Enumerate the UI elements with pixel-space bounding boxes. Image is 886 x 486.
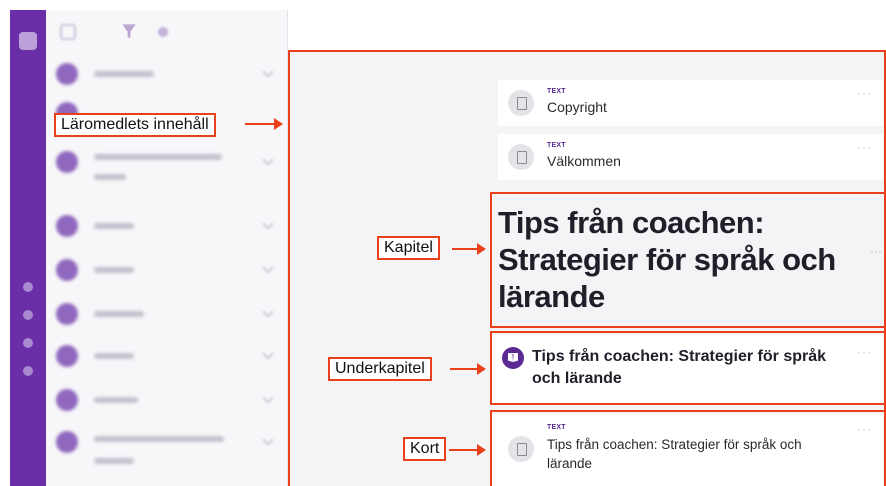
sidebar-item[interactable] (46, 430, 288, 474)
sidebar-item[interactable] (46, 258, 288, 282)
item-label-placeholder (94, 353, 134, 359)
subchapter-highlight-box (490, 331, 886, 405)
filter-icon[interactable] (122, 24, 136, 38)
content-arrowhead-icon (274, 118, 283, 130)
sidebar-item[interactable] (46, 62, 288, 86)
chevron-down-icon[interactable] (262, 154, 274, 166)
item-label-placeholder (94, 154, 222, 160)
sidebar-item[interactable] (46, 214, 288, 238)
item-label-placeholder (94, 267, 134, 273)
sidebar-toolbar (46, 10, 287, 54)
item-label-placeholder (94, 436, 224, 442)
app-logo[interactable] (19, 32, 37, 50)
card-annotation-label: Kort (403, 437, 447, 461)
view-icon[interactable] (158, 27, 168, 37)
item-avatar-icon (56, 259, 78, 281)
sidebar-item[interactable] (46, 344, 288, 368)
chevron-down-icon[interactable] (262, 218, 274, 230)
item-label-placeholder (94, 311, 144, 317)
chapter-annotation-label: Kapitel (377, 236, 440, 260)
rail-help-icon[interactable] (23, 366, 33, 376)
chevron-down-icon[interactable] (262, 348, 274, 360)
subchapter-arrow (450, 368, 478, 370)
app-rail (10, 10, 46, 486)
collapse-icon[interactable] (60, 24, 76, 40)
card-arrow (449, 449, 478, 451)
chevron-down-icon[interactable] (262, 66, 274, 78)
item-avatar-icon (56, 63, 78, 85)
card-arrowhead-icon (477, 444, 486, 456)
chapter-arrow (452, 248, 478, 250)
content-sidebar (46, 10, 288, 486)
item-avatar-icon (56, 389, 78, 411)
chevron-down-icon[interactable] (262, 434, 274, 446)
card-highlight-box (490, 410, 886, 486)
item-avatar-icon (56, 303, 78, 325)
item-avatar-icon (56, 431, 78, 453)
item-label-placeholder (94, 458, 134, 464)
sidebar-item[interactable] (46, 148, 288, 192)
item-avatar-icon (56, 151, 78, 173)
sidebar-item[interactable] (46, 302, 288, 326)
rail-gear-icon[interactable] (23, 338, 33, 348)
content-annotation-label: Läromedlets innehåll (54, 113, 216, 137)
item-avatar-icon (56, 215, 78, 237)
chevron-down-icon[interactable] (262, 306, 274, 318)
chevron-down-icon[interactable] (262, 392, 274, 404)
rail-settings-icon[interactable] (23, 282, 33, 292)
rail-users-icon[interactable] (23, 310, 33, 320)
subchapter-arrowhead-icon (477, 363, 486, 375)
content-arrow (245, 123, 275, 125)
chapter-arrowhead-icon (477, 243, 486, 255)
chevron-down-icon[interactable] (262, 262, 274, 274)
item-label-placeholder (94, 71, 154, 77)
item-label-placeholder (94, 174, 126, 180)
item-avatar-icon (56, 345, 78, 367)
item-label-placeholder (94, 223, 134, 229)
sidebar-item[interactable] (46, 388, 288, 412)
subchapter-annotation-label: Underkapitel (328, 357, 432, 381)
chapter-highlight-box (490, 192, 886, 328)
item-label-placeholder (94, 397, 138, 403)
